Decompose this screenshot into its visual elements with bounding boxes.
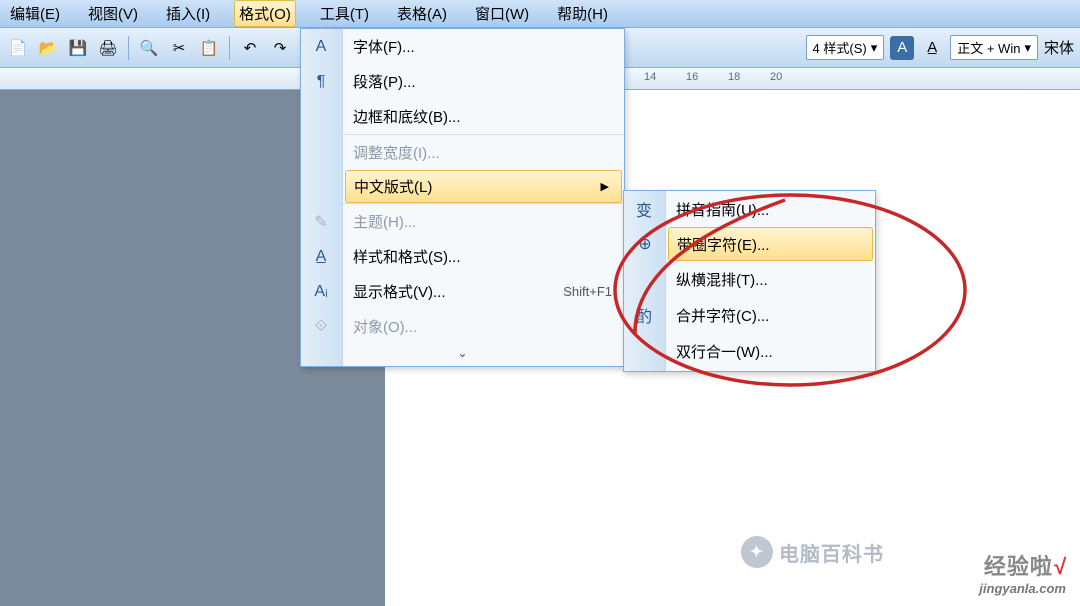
menu-item-styles[interactable]: A̲ 样式和格式(S)... — [301, 239, 624, 274]
font-color-icon[interactable]: A̲ — [920, 36, 944, 60]
ruler-tick: 16 — [686, 71, 698, 83]
reveal-icon: Aᵢ — [309, 283, 333, 301]
menu-item-borders[interactable]: 边框和底纹(B)... — [301, 99, 624, 134]
submenu-item-two-lines[interactable]: 双行合一(W)... — [624, 333, 875, 369]
menu-item-label: 边框和底纹(B)... — [353, 106, 461, 127]
redo-icon[interactable]: ↷ — [268, 36, 292, 60]
paste-icon[interactable]: 📋 — [197, 36, 221, 60]
menu-tools[interactable]: 工具(T) — [316, 1, 373, 26]
chevron-down-icon: ▾ — [1024, 40, 1031, 56]
menu-view[interactable]: 视图(V) — [84, 1, 142, 26]
wechat-watermark: ✦ 电脑百科书 — [741, 536, 884, 568]
wechat-label: 电脑百科书 — [779, 538, 884, 567]
chinese-layout-submenu: 变拼音指南(U)... ⊕带圈字符(E)... 纵横混排(T)... 酌合并字符… — [623, 190, 876, 372]
ruler-tick: 18 — [728, 71, 740, 83]
font-a-icon: A — [309, 38, 333, 56]
submenu-item-horizontal-vertical[interactable]: 纵横混排(T)... — [624, 261, 875, 297]
menu-item-label: 对象(O)... — [353, 316, 417, 337]
menu-item-label: 中文版式(L) — [354, 176, 432, 197]
menu-edit[interactable]: 编辑(E) — [6, 1, 64, 26]
hotkey-label: Shift+F1 — [563, 284, 612, 299]
submenu-item-phonetic-guide[interactable]: 变拼音指南(U)... — [624, 191, 875, 227]
submenu-item-label: 合并字符(C)... — [676, 305, 769, 326]
menu-insert[interactable]: 插入(I) — [162, 1, 214, 26]
submenu-arrow-icon: ▶ — [601, 180, 609, 193]
menu-item-object: ⟐ 对象(O)... — [301, 309, 624, 344]
font-label: 正文 + Win — [957, 38, 1020, 57]
submenu-item-label: 双行合一(W)... — [676, 341, 773, 362]
menu-item-label: 段落(P)... — [353, 71, 416, 92]
menu-item-reveal-format[interactable]: Aᵢ 显示格式(V)... Shift+F1 — [301, 274, 624, 309]
search-icon[interactable]: 🔍 — [137, 36, 161, 60]
font-name-label: 宋体 — [1044, 37, 1074, 58]
menu-help[interactable]: 帮助(H) — [553, 1, 612, 26]
menu-window[interactable]: 窗口(W) — [471, 1, 533, 26]
brand-text: 经验啦√ — [979, 549, 1066, 581]
format-dropdown: A 字体(F)... ¶ 段落(P)... 边框和底纹(B)... 调整宽度(I).… — [300, 28, 625, 367]
object-icon: ⟐ — [309, 318, 333, 336]
font-dropdown[interactable]: 正文 + Win▾ — [950, 35, 1038, 60]
menu-format[interactable]: 格式(O) — [234, 0, 296, 27]
menu-item-adjust-width: 调整宽度(I)... — [301, 135, 624, 170]
menu-item-chinese-layout[interactable]: 中文版式(L) ▶ — [345, 170, 622, 203]
paragraph-icon: ¶ — [309, 73, 333, 91]
style-dropdown[interactable]: 4 样式(S)▾ — [806, 35, 885, 60]
toolbar-separator — [128, 36, 129, 60]
enclose-icon: ⊕ — [633, 234, 657, 254]
menu-item-label: 显示格式(V)... — [353, 281, 446, 302]
style-label: 4 样式(S) — [813, 38, 867, 57]
menu-item-theme: ✎ 主题(H)... — [301, 204, 624, 239]
ruler-tick: 20 — [770, 71, 782, 83]
menubar: 编辑(E) 视图(V) 插入(I) 格式(O) 工具(T) 表格(A) 窗口(W… — [0, 0, 1080, 28]
menu-item-label: 调整宽度(I)... — [353, 142, 440, 163]
submenu-item-enclose-chars[interactable]: ⊕带圈字符(E)... — [668, 227, 873, 261]
expand-menu-icon[interactable]: ⌄ — [451, 346, 475, 362]
menu-table[interactable]: 表格(A) — [393, 1, 451, 26]
format-a-icon[interactable]: A — [890, 36, 914, 60]
theme-icon: ✎ — [309, 212, 333, 232]
submenu-item-label: 带圈字符(E)... — [677, 234, 770, 255]
menu-item-font[interactable]: A 字体(F)... — [301, 29, 624, 64]
submenu-item-label: 纵横混排(T)... — [676, 269, 768, 290]
styles-icon: A̲ — [309, 248, 333, 266]
menu-item-label: 字体(F)... — [353, 36, 415, 57]
ruler-tick: 14 — [644, 71, 656, 83]
brand-check-icon: √ — [1053, 554, 1066, 579]
submenu-item-label: 拼音指南(U)... — [676, 199, 769, 220]
undo-icon[interactable]: ↶ — [238, 36, 262, 60]
combine-icon: 酌 — [632, 303, 656, 327]
toolbar-separator — [229, 36, 230, 60]
new-doc-icon[interactable]: 📄 — [6, 36, 30, 60]
open-icon[interactable]: 📂 — [36, 36, 60, 60]
wechat-icon: ✦ — [741, 536, 773, 568]
chevron-down-icon: ▾ — [871, 40, 878, 56]
brand-watermark: 经验啦√ jingyanla.com — [979, 549, 1066, 596]
save-icon[interactable]: 💾 — [66, 36, 90, 60]
menu-item-label: 样式和格式(S)... — [353, 246, 461, 267]
phonetic-icon: 变 — [632, 197, 656, 221]
brand-url: jingyanla.com — [979, 581, 1066, 596]
print-icon[interactable]: 🖨 — [96, 36, 120, 60]
menu-item-label: 主题(H)... — [353, 211, 416, 232]
submenu-item-combine-chars[interactable]: 酌合并字符(C)... — [624, 297, 875, 333]
menu-item-paragraph[interactable]: ¶ 段落(P)... — [301, 64, 624, 99]
cut-icon[interactable]: ✂ — [167, 36, 191, 60]
